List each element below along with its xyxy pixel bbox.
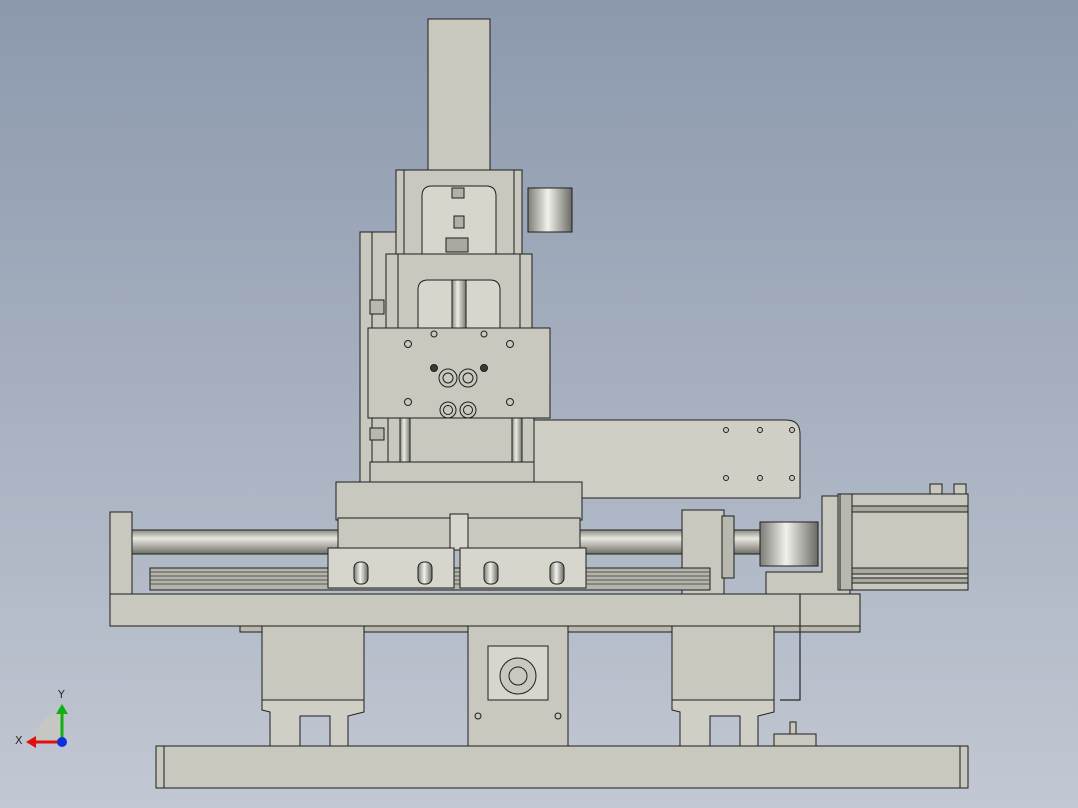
z-coupler — [445, 237, 469, 253]
main-base-plate[interactable] — [109, 593, 861, 627]
x-guide-shaft-right[interactable] — [579, 529, 683, 555]
motor-flange — [839, 493, 853, 591]
y-bearing-block-right[interactable] — [671, 625, 775, 701]
rail-carriage-right[interactable] — [459, 547, 587, 589]
z-guide-rod-right — [511, 417, 523, 465]
x-nut-block — [449, 513, 469, 551]
x-guide-shaft-left[interactable] — [131, 529, 339, 555]
z-base-block[interactable] — [369, 461, 549, 483]
shaft-coupling[interactable] — [759, 521, 819, 567]
bottom-base-plate[interactable] — [155, 745, 969, 789]
z-upper-bolt-2 — [453, 215, 465, 229]
y-bearing-block-left[interactable] — [261, 625, 365, 701]
z-guide-rod-left — [399, 417, 411, 465]
triad-x-label: X — [15, 734, 23, 747]
rear-plate-clip-lower — [369, 427, 385, 441]
bearing-flange — [721, 515, 735, 579]
shaft-stub — [733, 529, 761, 555]
z-carriage-plate[interactable] — [367, 327, 551, 419]
rear-plate-clip — [369, 299, 385, 315]
x-left-end-support[interactable] — [109, 511, 133, 595]
motor-connector-a[interactable] — [929, 483, 943, 495]
rail-carriage-left[interactable] — [327, 547, 455, 589]
motor-connector-b[interactable] — [953, 483, 967, 495]
center-bearing-inner — [508, 666, 528, 686]
limit-switch[interactable] — [773, 733, 817, 747]
side-cylinder-cap[interactable] — [527, 187, 573, 233]
z-axis-dot — [57, 737, 67, 747]
z-upper-bolt — [451, 187, 465, 199]
z-column-top[interactable] — [427, 18, 491, 172]
cnc-gantry-assembly-front-view[interactable] — [0, 0, 1078, 808]
cad-graphics-viewport[interactable]: X Y — [0, 0, 1078, 808]
limit-switch-post — [789, 721, 797, 735]
triad-y-label: Y — [58, 688, 65, 701]
